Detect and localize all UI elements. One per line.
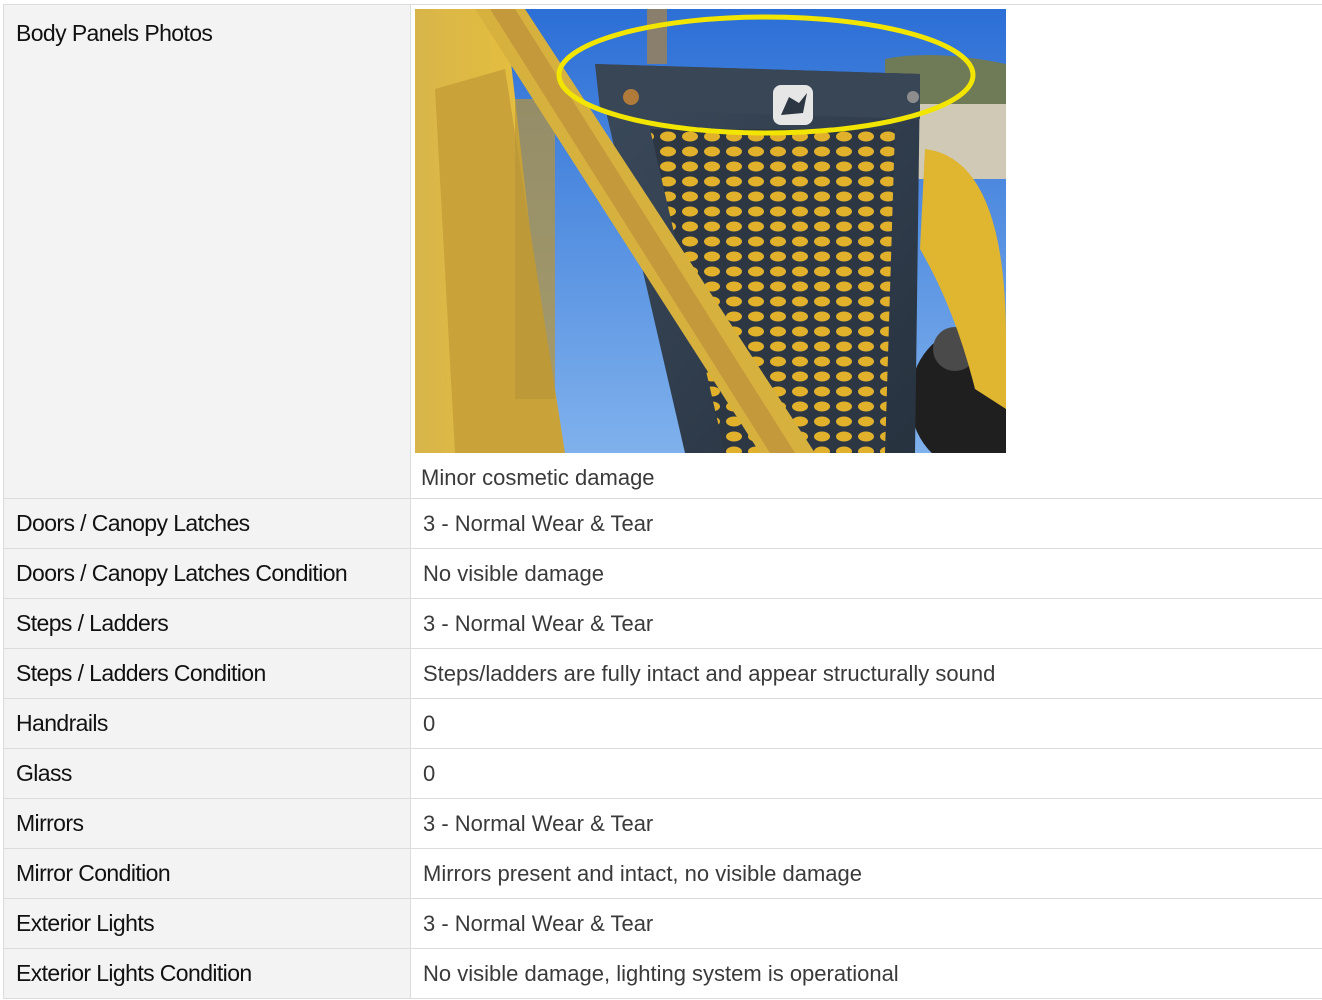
machine-panel-photo-image: [415, 9, 1006, 453]
photo-caption: Minor cosmetic damage: [421, 465, 655, 490]
row-value: 3 - Normal Wear & Tear: [410, 798, 1322, 849]
table-row: Mirror Condition Mirrors present and int…: [3, 848, 1322, 899]
row-label: Mirrors: [3, 798, 411, 849]
inspection-table: Body Panels Photos Minor cosmetic damage…: [3, 4, 1322, 999]
table-row: Mirrors 3 - Normal Wear & Tear: [3, 798, 1322, 849]
row-label: Glass: [3, 748, 411, 799]
table-row: Handrails 0: [3, 698, 1322, 749]
row-value-photo: Minor cosmetic damage: [410, 4, 1322, 499]
row-value: Steps/ladders are fully intact and appea…: [410, 648, 1322, 699]
row-label: Mirror Condition: [3, 848, 411, 899]
row-value: 3 - Normal Wear & Tear: [410, 498, 1322, 549]
table-row: Doors / Canopy Latches 3 - Normal Wear &…: [3, 498, 1322, 549]
table-row: Exterior Lights 3 - Normal Wear & Tear: [3, 898, 1322, 949]
row-label: Exterior Lights Condition: [3, 948, 411, 999]
table-row: Steps / Ladders 3 - Normal Wear & Tear: [3, 598, 1322, 649]
row-label: Body Panels Photos: [3, 4, 411, 499]
row-label: Steps / Ladders: [3, 598, 411, 649]
row-value: 0: [410, 698, 1322, 749]
row-value: Mirrors present and intact, no visible d…: [410, 848, 1322, 899]
table-row: Steps / Ladders Condition Steps/ladders …: [3, 648, 1322, 699]
row-label: Doors / Canopy Latches Condition: [3, 548, 411, 599]
row-value: 3 - Normal Wear & Tear: [410, 598, 1322, 649]
row-value: 3 - Normal Wear & Tear: [410, 898, 1322, 949]
table-row: Doors / Canopy Latches Condition No visi…: [3, 548, 1322, 599]
table-row: Glass 0: [3, 748, 1322, 799]
table-row: Exterior Lights Condition No visible dam…: [3, 948, 1322, 999]
row-label: Steps / Ladders Condition: [3, 648, 411, 699]
row-value: No visible damage: [410, 548, 1322, 599]
row-value: 0: [410, 748, 1322, 799]
body-panel-photo[interactable]: [415, 9, 1006, 453]
row-label: Doors / Canopy Latches: [3, 498, 411, 549]
row-value: No visible damage, lighting system is op…: [410, 948, 1322, 999]
row-label: Handrails: [3, 698, 411, 749]
row-label: Exterior Lights: [3, 898, 411, 949]
table-row-body-panels-photos: Body Panels Photos Minor cosmetic damage: [3, 4, 1322, 499]
